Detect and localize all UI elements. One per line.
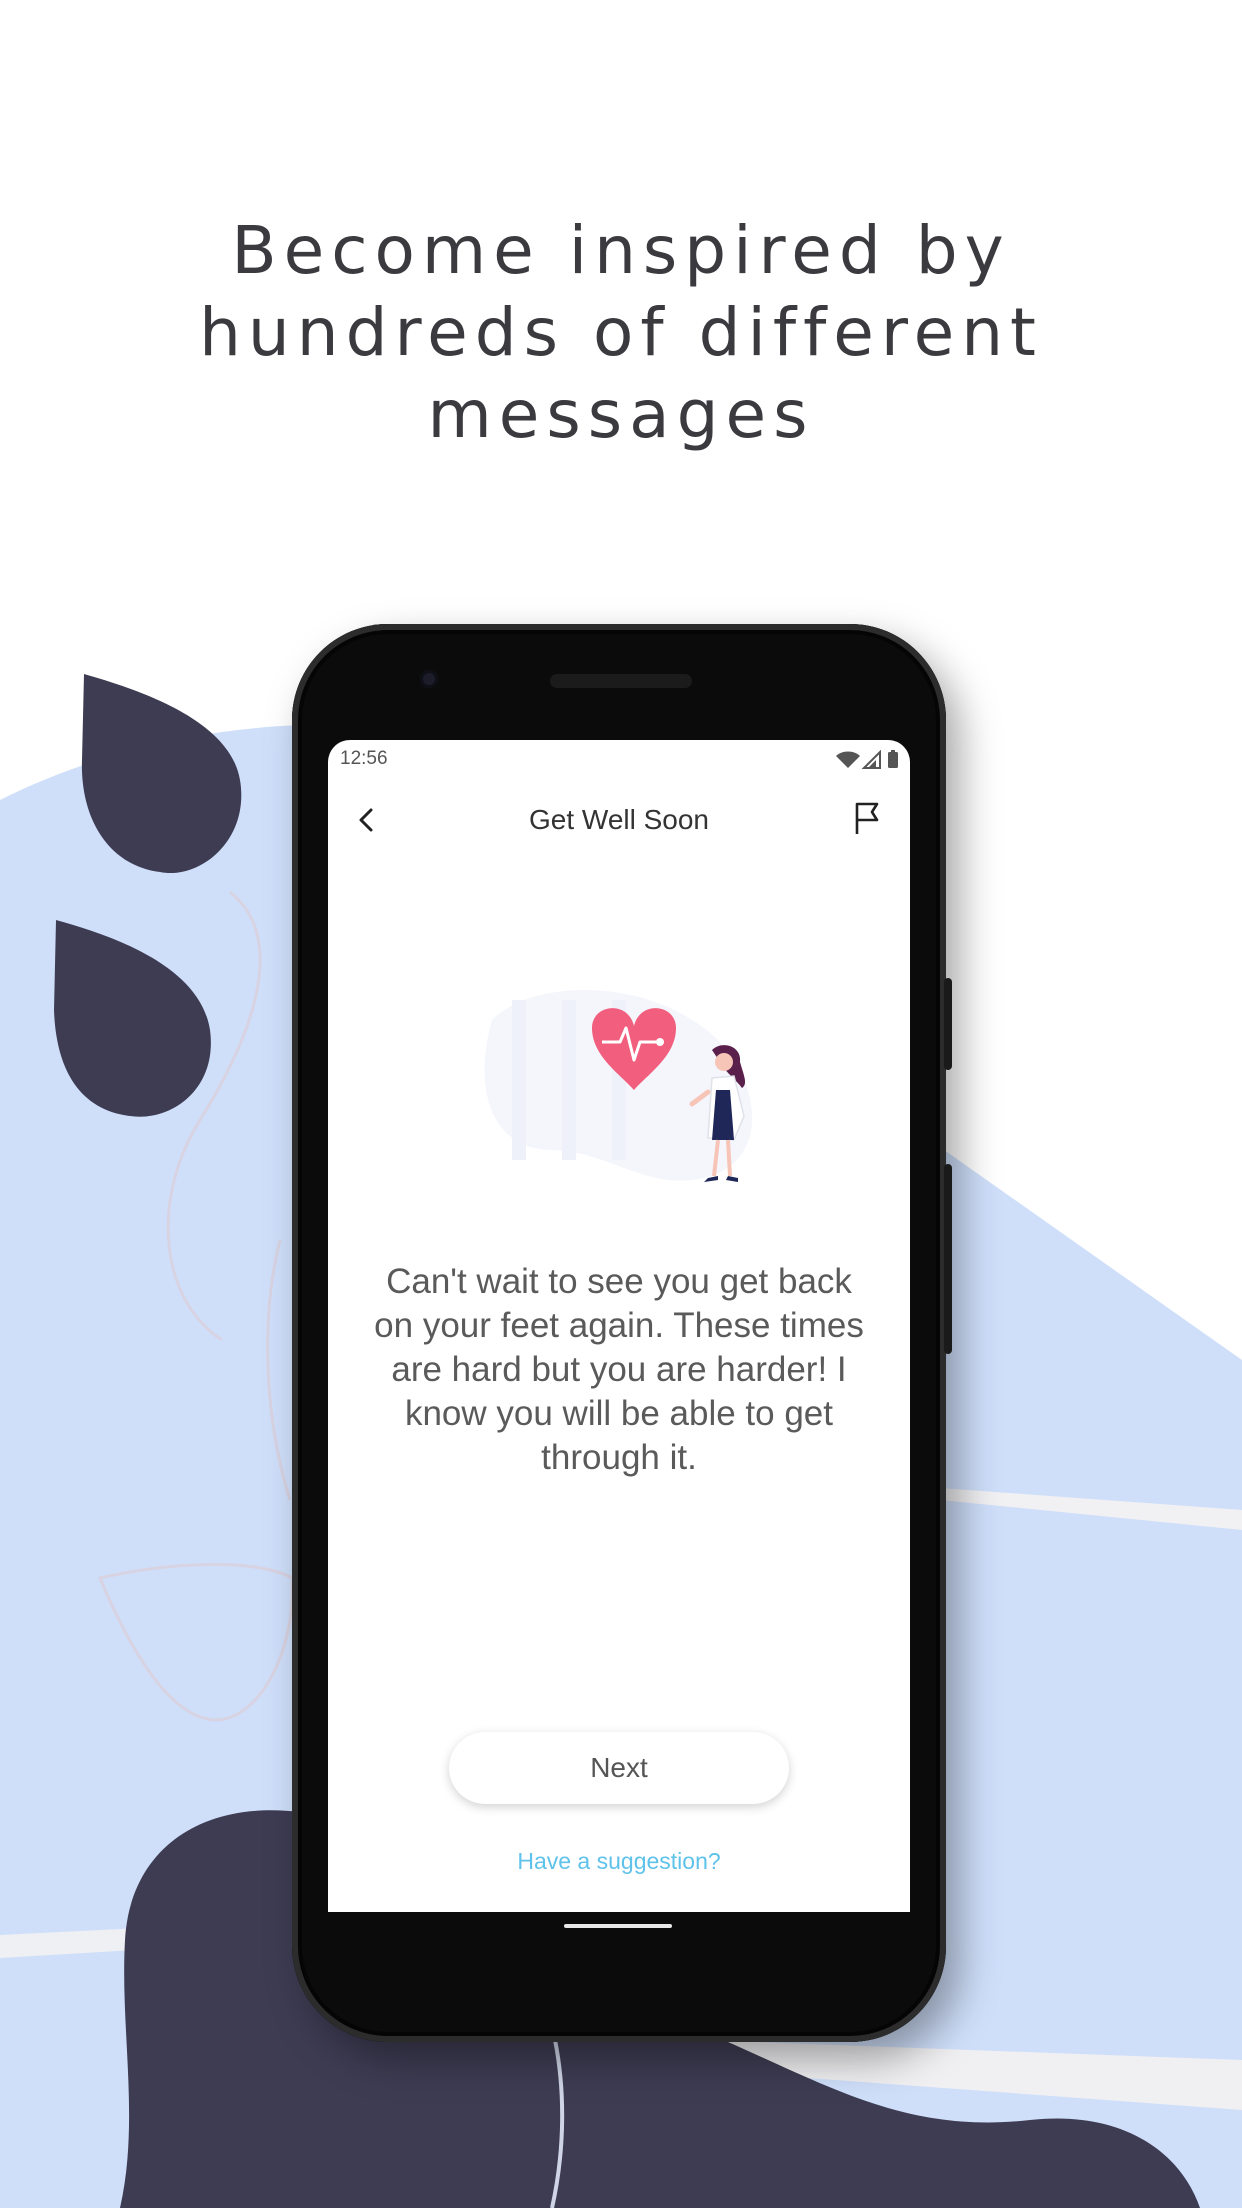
- volume-button: [944, 978, 952, 1070]
- status-bar: 12:56: [328, 740, 910, 780]
- message-text: Can't wait to see you get back on your f…: [374, 1262, 864, 1477]
- status-time: 12:56: [340, 748, 388, 769]
- status-icons: [836, 750, 898, 769]
- battery-icon: [891, 750, 895, 753]
- front-camera: [420, 670, 438, 688]
- suggestion-link[interactable]: Have a suggestion?: [328, 1848, 910, 1875]
- battery-icon: [888, 752, 898, 768]
- headline-line: messages: [427, 376, 815, 453]
- headline-line: Become inspired by: [231, 212, 1011, 289]
- page-title: Get Well Soon: [528, 804, 710, 835]
- headline: Become inspired by hundreds of different…: [0, 210, 1242, 456]
- app-bar: Get Well Soon: [328, 780, 910, 862]
- flag-icon[interactable]: [852, 800, 882, 836]
- app-screen: 12:56 Get Well Soon Can't wait to see yo…: [328, 740, 910, 1912]
- doctor-with-heart-illustration: [484, 990, 753, 1182]
- doctor-head: [715, 1053, 733, 1071]
- home-indicator[interactable]: [564, 1924, 672, 1928]
- headline-line: hundreds of different: [199, 294, 1043, 371]
- wifi-icon: [836, 751, 860, 768]
- next-button[interactable]: Next: [449, 1732, 789, 1804]
- phone-mockup: 12:56 Get Well Soon Can't wait to see yo…: [292, 624, 952, 2042]
- power-button: [944, 1164, 952, 1354]
- earpiece-speaker: [550, 674, 692, 688]
